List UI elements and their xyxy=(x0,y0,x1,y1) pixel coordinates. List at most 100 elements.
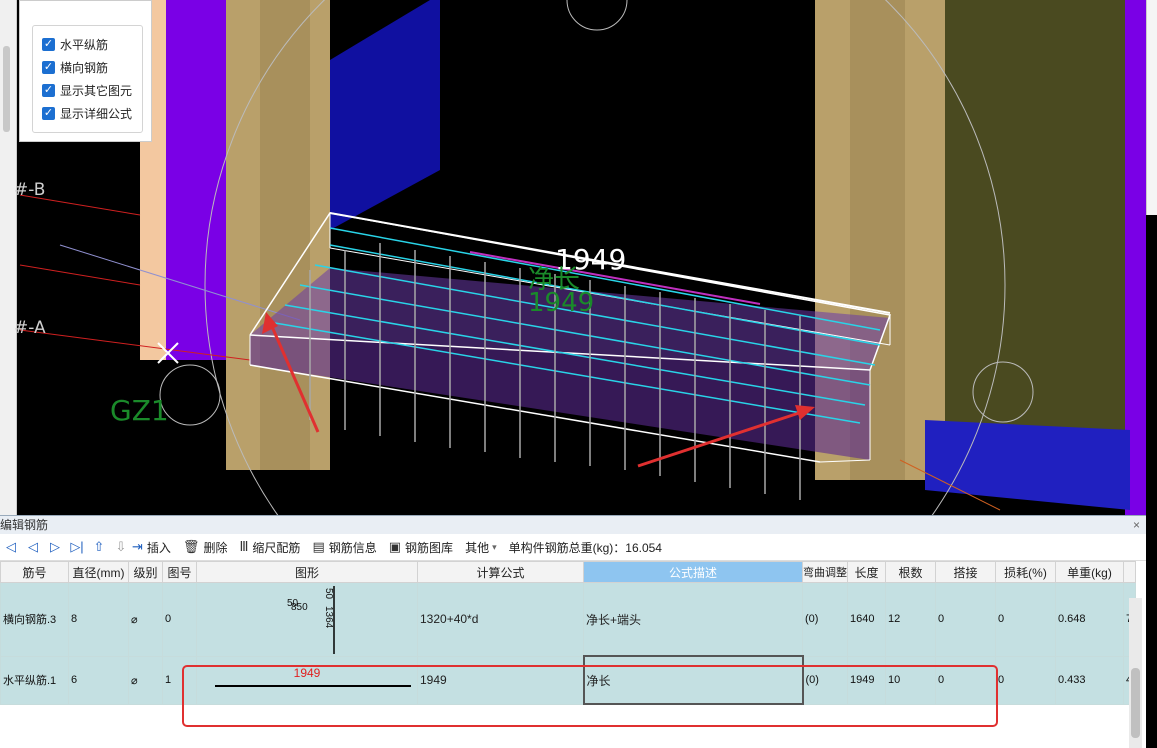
right-toolbar[interactable] xyxy=(1146,0,1157,215)
cell-grade[interactable]: ⌀ xyxy=(128,655,163,705)
close-icon[interactable]: × xyxy=(1133,516,1140,534)
cell-unit-weight[interactable]: 0.433 xyxy=(1055,655,1124,705)
next-record-icon[interactable]: ▷ xyxy=(44,539,66,555)
other-menu-button[interactable]: 其他 ▾ xyxy=(465,539,497,556)
col-header-overflow xyxy=(1123,561,1136,583)
delete-button[interactable]: 🗑 删除 xyxy=(183,539,228,556)
cell-unit-weight[interactable]: 0.648 xyxy=(1055,582,1124,657)
col-header[interactable]: 直径(mm) xyxy=(68,561,129,583)
first-record-icon[interactable]: ◁ xyxy=(0,539,22,555)
check-icon[interactable]: ✓ xyxy=(42,107,55,120)
chevron-down-icon: ▾ xyxy=(492,541,497,552)
cell-desc[interactable]: 净长+端头 xyxy=(583,582,803,657)
blue-slab xyxy=(330,0,440,230)
col-header[interactable]: 单重(kg) xyxy=(1055,561,1124,583)
table-row[interactable]: 横向钢筋.3 8 ⌀ 0 50 850 1364 50 1320+40*d 净长… xyxy=(0,582,1136,657)
ruler-icon: Ⅲ xyxy=(239,539,249,554)
checkbox-show-detail-formula[interactable]: ✓ 显示详细公式 xyxy=(42,105,132,122)
cell-formula[interactable]: 1320+40*d xyxy=(417,582,584,657)
highlight-annotation-box xyxy=(182,665,998,727)
cell-shape[interactable]: 50 850 1364 50 xyxy=(196,582,418,657)
check-icon[interactable]: ✓ xyxy=(42,38,55,51)
total-weight-text: 单构件钢筋总重(kg)：16.054 xyxy=(508,540,662,555)
display-options-panel: ✓ 水平纵筋 ✓ 横向钢筋 ✓ 显示其它图元 ✓ 显示详细公式 xyxy=(19,0,152,142)
cell-count[interactable]: 12 xyxy=(885,582,936,657)
display-options-group: ✓ 水平纵筋 ✓ 横向钢筋 ✓ 显示其它图元 ✓ 显示详细公式 xyxy=(32,25,143,133)
col-header[interactable]: 图号 xyxy=(162,561,197,583)
cell-diameter[interactable]: 6 xyxy=(68,655,129,705)
cell-name[interactable]: 横向钢筋.3 xyxy=(0,582,69,657)
cell-length[interactable]: 1640 xyxy=(847,582,886,657)
rebar-library-label: 钢筋图库 xyxy=(405,540,454,555)
checkbox-show-other-elements[interactable]: ✓ 显示其它图元 xyxy=(42,82,132,99)
cell-loss[interactable]: 0 xyxy=(995,582,1056,657)
right-dark-panel xyxy=(945,0,1130,430)
axis-label-b: #-B xyxy=(14,180,46,200)
scale-rebar-button[interactable]: Ⅲ 缩尺配筋 xyxy=(239,539,300,556)
panel-title: 编辑钢筋 xyxy=(0,518,49,532)
checkbox-horizontal-rebar[interactable]: ✓ 水平纵筋 xyxy=(42,36,108,53)
insert-label: 插入 xyxy=(146,540,171,555)
shape-num: 850 xyxy=(291,602,308,614)
rebar-library-button[interactable]: ▣ 钢筋图库 xyxy=(389,539,453,556)
col-header-active[interactable]: 公式描述 xyxy=(583,561,803,583)
axis-label-a: #-A xyxy=(14,318,46,338)
left-scrollbar-thumb[interactable] xyxy=(3,46,10,132)
col-header[interactable]: 计算公式 xyxy=(417,561,584,583)
panel-titlebar: 编辑钢筋 × xyxy=(0,516,1146,534)
library-icon: ▣ xyxy=(388,539,402,554)
rebar-info-label: 钢筋信息 xyxy=(328,540,377,555)
cell-grade[interactable]: ⌀ xyxy=(128,582,163,657)
check-icon[interactable]: ✓ xyxy=(42,84,55,97)
insert-button[interactable]: ⇥ 插入 xyxy=(132,539,171,556)
info-icon: ▤ xyxy=(312,539,325,554)
scale-rebar-label: 缩尺配筋 xyxy=(252,540,301,555)
insert-icon: ⇥ xyxy=(132,539,143,554)
checkbox-label: 显示详细公式 xyxy=(60,107,133,121)
axis-circle-left xyxy=(159,364,221,426)
col-header[interactable]: 搭接 xyxy=(935,561,996,583)
cell-fig[interactable]: 0 xyxy=(162,582,197,657)
last-record-icon[interactable]: ▷| xyxy=(66,539,88,555)
dimension-value-label: 1949 xyxy=(528,288,595,318)
other-label: 其他 xyxy=(465,540,490,555)
checkbox-label: 显示其它图元 xyxy=(60,84,133,98)
checkbox-transverse-rebar[interactable]: ✓ 横向钢筋 xyxy=(42,59,108,76)
blue-floor-right xyxy=(925,420,1130,510)
cell-name[interactable]: 水平纵筋.1 xyxy=(0,655,69,705)
col-header[interactable]: 级别 xyxy=(128,561,163,583)
col-header[interactable]: 损耗(%) xyxy=(995,561,1056,583)
3d-viewport[interactable]: GZ1 #-B #-A 1949 净长 1949 ✓ 水平纵筋 ✓ 横向钢筋 ✓… xyxy=(0,0,1157,515)
cell-diameter[interactable]: 8 xyxy=(68,582,129,657)
move-down-icon[interactable]: ⇩ xyxy=(110,539,132,555)
left-scroll-strip[interactable] xyxy=(0,0,17,515)
grid-line xyxy=(19,264,141,286)
col-header[interactable]: 筋号 xyxy=(0,561,69,583)
trash-icon: 🗑 xyxy=(182,539,200,554)
shape-num: 1364 xyxy=(323,606,334,629)
col-header[interactable]: 弯曲调整 xyxy=(802,561,848,583)
table-header-row: 筋号 直径(mm) 级别 图号 图形 计算公式 公式描述 弯曲调整 长度 根数 … xyxy=(0,561,1136,583)
cell-bend[interactable]: (0) xyxy=(802,582,848,657)
rebar-info-button[interactable]: ▤ 钢筋信息 xyxy=(312,539,376,556)
axis-tag-gz: GZ1 xyxy=(110,394,169,427)
panel-toolbar: ◁ ◁ ▷ ▷| ⇧ ⇩ ⇥ 插入 🗑 删除 Ⅲ 缩尺配筋 ▤ 钢筋信息 ▣ 钢筋图库 其… xyxy=(0,534,1146,561)
col-header[interactable]: 长度 xyxy=(847,561,886,583)
cell-lap[interactable]: 0 xyxy=(935,582,996,657)
hook-shape-svg xyxy=(333,586,335,655)
prev-record-icon[interactable]: ◁ xyxy=(22,539,44,555)
col-header[interactable]: 图形 xyxy=(196,561,418,583)
shape-num: 50 xyxy=(323,588,334,600)
checkbox-label: 横向钢筋 xyxy=(60,61,109,75)
checkbox-label: 水平纵筋 xyxy=(60,38,109,52)
purple-wall-left xyxy=(166,0,226,360)
axis-circle-top xyxy=(566,0,628,31)
table-scrollbar[interactable] xyxy=(1129,598,1142,748)
move-up-icon[interactable]: ⇧ xyxy=(88,539,110,555)
delete-label: 删除 xyxy=(203,540,228,555)
table-scrollbar-thumb[interactable] xyxy=(1131,668,1140,738)
cell-loss[interactable]: 0 xyxy=(995,655,1056,705)
shape-hook-drawing: 50 850 1364 50 xyxy=(199,584,415,655)
col-header[interactable]: 根数 xyxy=(885,561,936,583)
check-icon[interactable]: ✓ xyxy=(42,61,55,74)
